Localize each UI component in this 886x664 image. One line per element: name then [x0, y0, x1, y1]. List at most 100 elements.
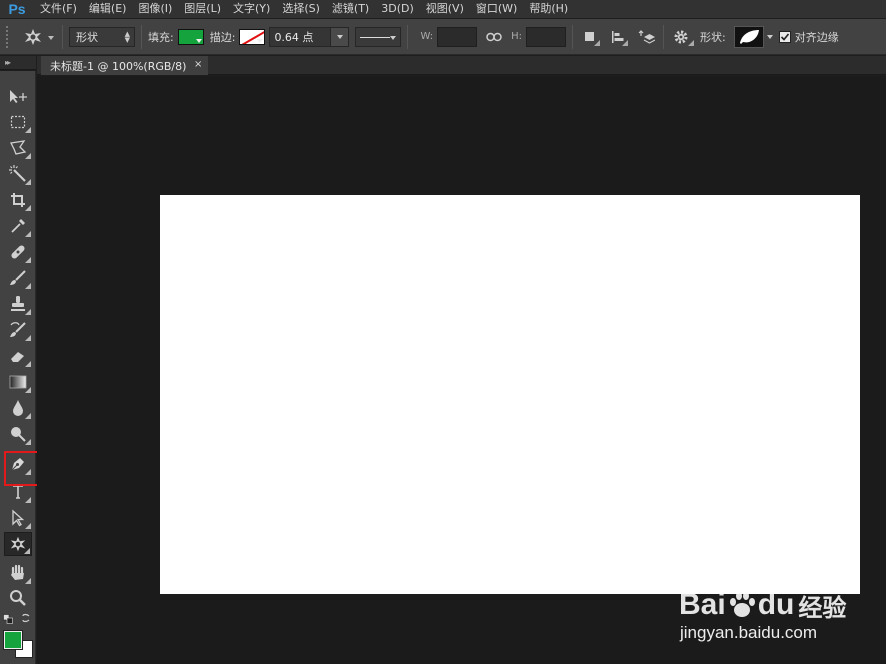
- toolbar-header[interactable]: ▸▸: [0, 56, 36, 70]
- tool-type[interactable]: [4, 480, 32, 504]
- divider: [62, 24, 63, 49]
- corner-indicator-icon: [25, 361, 31, 367]
- align-edges-checkbox[interactable]: [778, 30, 791, 43]
- menu-filter[interactable]: 滤镜(T): [326, 0, 375, 18]
- type-icon: [13, 485, 23, 499]
- corner-indicator-icon: [25, 387, 31, 393]
- no-color-slash-icon: [240, 29, 265, 44]
- document-canvas[interactable]: [160, 195, 860, 594]
- stroke-color-swatch[interactable]: [239, 28, 266, 45]
- fill-color-swatch[interactable]: [177, 28, 204, 45]
- arrange-layers-icon: [638, 29, 655, 44]
- chevron-down-icon: [336, 34, 343, 39]
- menu-edit[interactable]: 编辑(E): [83, 0, 133, 18]
- paw-icon: [729, 592, 755, 617]
- corner-indicator-icon: [25, 127, 31, 133]
- tool-dodge[interactable]: [4, 422, 32, 446]
- tool-preset-picker[interactable]: [16, 25, 54, 49]
- water-drop-icon: [13, 400, 23, 416]
- corner-indicator-icon: [25, 439, 31, 445]
- corner-indicator-icon: [24, 548, 30, 554]
- geometry-options-button[interactable]: [670, 26, 694, 48]
- divider: [663, 24, 664, 49]
- menu-file[interactable]: 文件(F): [34, 0, 83, 18]
- tool-mode-select[interactable]: 形状 ▲ ▼: [69, 26, 135, 47]
- width-input[interactable]: [437, 26, 478, 47]
- tool-crop[interactable]: [4, 188, 32, 212]
- tool-marquee[interactable]: [4, 110, 32, 134]
- tool-magic-wand[interactable]: [4, 162, 32, 186]
- width-label: W:: [420, 31, 434, 42]
- shape-picker[interactable]: [733, 25, 764, 48]
- swap-colors-button[interactable]: [21, 613, 31, 623]
- tool-history-brush[interactable]: [4, 318, 32, 342]
- tool-move[interactable]: [4, 84, 32, 108]
- corner-indicator-icon: [25, 231, 31, 237]
- menu-help[interactable]: 帮助(H): [523, 0, 574, 18]
- leaf-shape-icon: [739, 29, 759, 44]
- path-arrangement-button[interactable]: [635, 26, 657, 48]
- watermark-brand-suffix: 经验: [798, 593, 847, 622]
- path-alignment-button[interactable]: [607, 26, 629, 48]
- stroke-width-field[interactable]: 0.64 点: [269, 26, 350, 47]
- stroke-type-select[interactable]: [355, 26, 402, 47]
- stroke-width-dropdown[interactable]: [330, 27, 349, 46]
- stroke-width-value: 0.64 点: [274, 30, 314, 44]
- chevron-down-icon: [48, 35, 54, 40]
- tools-panel: [0, 71, 36, 664]
- corner-indicator-icon: [594, 39, 600, 46]
- align-edges-label: 对齐边缘: [794, 30, 839, 44]
- updown-arrows-icon: ▲ ▼: [124, 29, 130, 44]
- menu-items: 文件(F) 编辑(E) 图像(I) 图层(L) 文字(Y) 选择(S) 滤镜(T…: [34, 0, 574, 18]
- tool-brush[interactable]: [4, 266, 32, 290]
- corner-indicator-icon: [25, 469, 31, 475]
- menu-view[interactable]: 视图(V): [420, 0, 470, 18]
- height-input[interactable]: [526, 26, 566, 47]
- corner-indicator-icon: [25, 413, 31, 419]
- fill-label: 填充:: [148, 30, 174, 44]
- divider: [407, 24, 409, 49]
- tool-lasso[interactable]: [4, 136, 32, 160]
- corner-indicator-icon: [25, 335, 31, 341]
- tool-eyedropper[interactable]: [4, 214, 32, 238]
- menu-window[interactable]: 窗口(W): [470, 0, 523, 18]
- tool-eraser[interactable]: [4, 344, 32, 368]
- document-tab-title: 未标题-1 @ 100%(RGB/8): [50, 59, 187, 73]
- tool-custom-shape[interactable]: [4, 532, 32, 556]
- tool-healing-brush[interactable]: [4, 240, 32, 264]
- foreground-color-swatch[interactable]: [3, 630, 23, 650]
- menu-select[interactable]: 选择(S): [276, 0, 326, 18]
- chevron-down-icon: [390, 35, 397, 40]
- tool-path-selection[interactable]: [4, 506, 32, 530]
- link-dimensions-button[interactable]: [483, 26, 505, 48]
- path-operations-button[interactable]: [579, 26, 601, 48]
- menu-3d[interactable]: 3D(D): [375, 0, 420, 18]
- link-icon: [486, 32, 502, 41]
- watermark-brand-left: Bai: [679, 588, 726, 621]
- menu-image[interactable]: 图像(I): [132, 0, 178, 18]
- chevron-down-icon[interactable]: [766, 34, 773, 39]
- shape-label: 形状:: [700, 30, 726, 44]
- menu-type[interactable]: 文字(Y): [227, 0, 276, 18]
- options-bar-grip[interactable]: [6, 25, 10, 48]
- default-colors-button[interactable]: [3, 614, 13, 624]
- tool-blur[interactable]: [4, 396, 32, 420]
- solid-line-icon: [360, 36, 391, 38]
- tool-pen[interactable]: [4, 452, 32, 476]
- divider: [572, 24, 573, 49]
- tool-gradient[interactable]: [4, 370, 32, 394]
- tool-zoom[interactable]: [4, 586, 32, 610]
- document-tab[interactable]: 未标题-1 @ 100%(RGB/8) ×: [41, 56, 209, 75]
- corner-indicator-icon: [25, 578, 31, 584]
- menu-layer[interactable]: 图层(L): [178, 0, 227, 18]
- watermark-brand-right: du: [757, 588, 795, 621]
- close-icon[interactable]: ×: [194, 59, 202, 70]
- tool-clone-stamp[interactable]: [4, 292, 32, 316]
- tool-hand[interactable]: [4, 561, 32, 585]
- corner-indicator-icon: [25, 153, 31, 159]
- watermark-url: jingyan.baidu.com: [680, 623, 818, 642]
- menu-bar: Ps 文件(F) 编辑(E) 图像(I) 图层(L) 文字(Y) 选择(S) 滤…: [0, 0, 886, 18]
- gear-icon: [674, 30, 688, 43]
- height-label: H:: [511, 31, 522, 42]
- crop-icon: [11, 193, 25, 207]
